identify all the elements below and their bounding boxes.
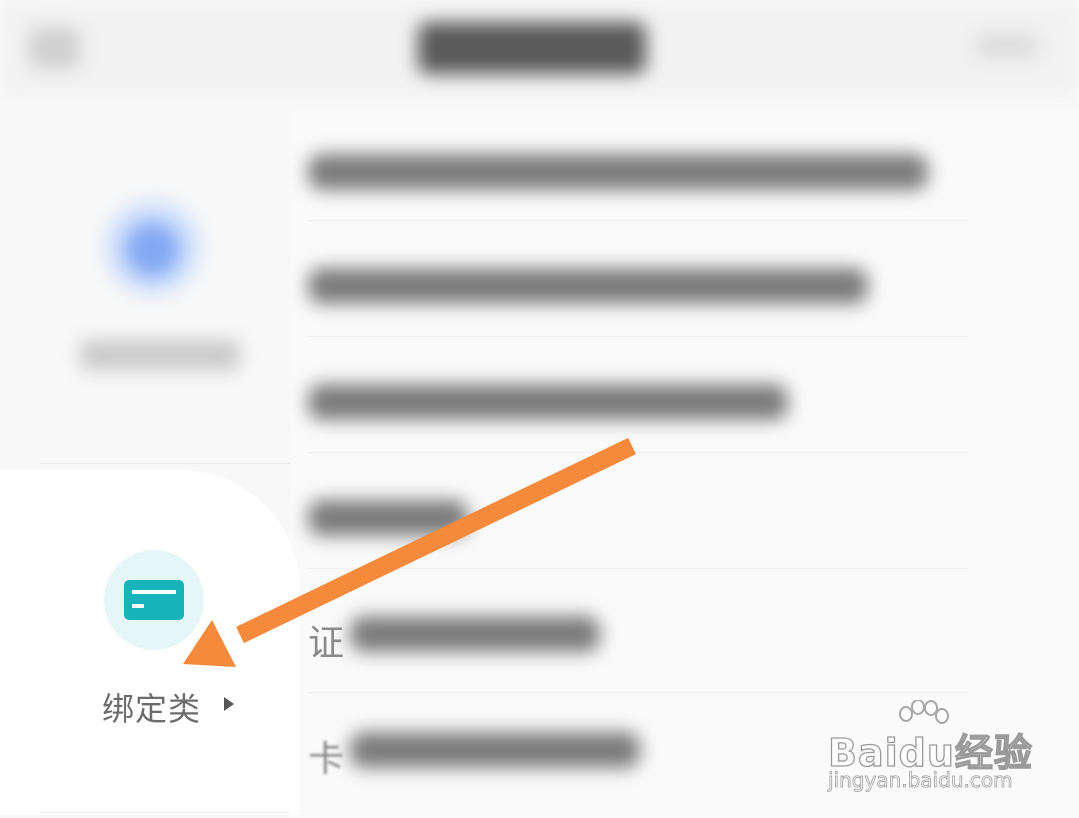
- more-icon[interactable]: [976, 34, 1038, 58]
- divider: [308, 568, 968, 569]
- list-item[interactable]: [308, 500, 468, 536]
- divider: [308, 220, 968, 221]
- screen: 绑定类 证 卡 Baidu经验 jingyan.baidu.com: [0, 0, 1079, 818]
- list-item-lead-char: 证: [308, 623, 345, 664]
- card-icon: [124, 580, 184, 620]
- caret-right-icon: [224, 697, 234, 711]
- back-icon[interactable]: [30, 28, 80, 68]
- category-label-blurred: [80, 340, 240, 370]
- list-item-lead-char: 卡: [308, 739, 345, 780]
- category-label[interactable]: 绑定类: [102, 684, 201, 730]
- watermark-url: jingyan.baidu.com: [828, 768, 1013, 793]
- divider: [308, 452, 968, 453]
- list-item[interactable]: [350, 732, 640, 768]
- list-item[interactable]: [308, 384, 788, 420]
- list-item[interactable]: [308, 268, 868, 304]
- category-icon: [125, 222, 180, 277]
- divider: [308, 692, 968, 693]
- card-line: [132, 604, 144, 608]
- top-bar: [0, 0, 1079, 100]
- page-title-blurred: [418, 22, 646, 74]
- divider: [308, 336, 968, 337]
- divider: [40, 463, 290, 464]
- list-item[interactable]: [350, 616, 600, 652]
- divider: [40, 812, 290, 813]
- list-item[interactable]: [308, 154, 928, 190]
- card-stripe: [132, 590, 176, 594]
